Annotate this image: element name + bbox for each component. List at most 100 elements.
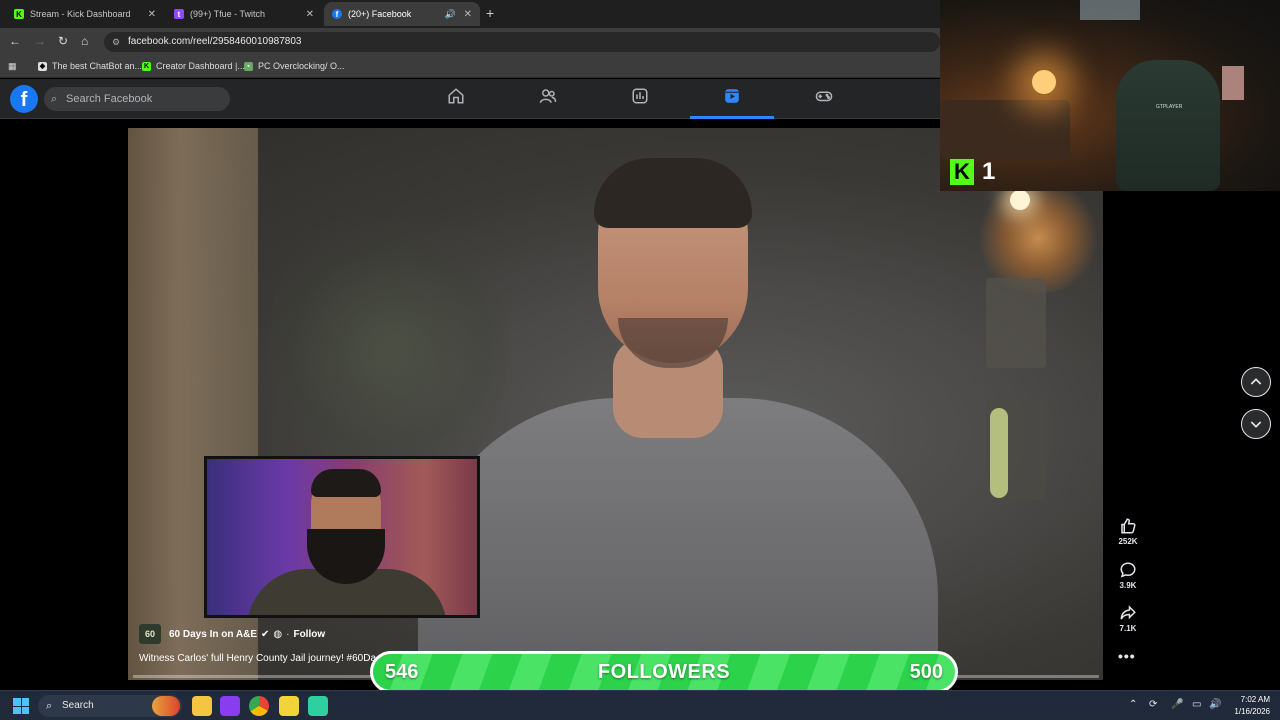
- tab-title: (20+) Facebook: [348, 9, 412, 19]
- twitch-icon: t: [174, 9, 184, 19]
- followers-label: FOLLOWERS: [597, 660, 731, 683]
- app-icon-2[interactable]: [308, 696, 328, 716]
- video-presenter: [418, 158, 978, 680]
- facebook-icon: f: [332, 9, 342, 19]
- taskbar-widget-icon[interactable]: [152, 696, 180, 716]
- speaker-icon[interactable]: 🔊: [445, 9, 456, 20]
- separator-dot: ·: [286, 628, 290, 640]
- bookmark-label: PC Overclocking/ O...: [258, 61, 345, 71]
- tab-title: Stream - Kick Dashboard: [30, 9, 131, 19]
- followers-goal-bar: 546 FOLLOWERS 500: [370, 651, 958, 693]
- presenter-hair: [594, 158, 752, 228]
- kick-icon: K: [142, 61, 151, 71]
- chrome-icon[interactable]: [249, 696, 269, 716]
- bookmark-label: The best ChatBot an...: [52, 61, 143, 71]
- page-name[interactable]: 60 Days In on A&E: [169, 629, 257, 640]
- video-icon: [632, 88, 648, 104]
- nav-friends[interactable]: [506, 87, 590, 119]
- tab-twitch[interactable]: t (99+) Tfue - Twitch ✕: [166, 2, 322, 26]
- close-icon[interactable]: ✕: [464, 9, 472, 20]
- microphone-icon[interactable]: 🎤: [1171, 699, 1183, 710]
- inset-clip: [204, 456, 480, 618]
- friends-icon: [539, 89, 557, 103]
- globe-icon: ◍: [273, 628, 283, 640]
- clock-date: 1/16/2026: [1234, 707, 1270, 716]
- comment-icon: [1120, 562, 1136, 578]
- new-tab-button[interactable]: +: [486, 5, 494, 21]
- share-button[interactable]: 7.1K: [1112, 604, 1144, 633]
- bookmark-creator-dashboard[interactable]: K Creator Dashboard |...: [142, 61, 245, 71]
- webcam-overlay: GTPLAYER K 1: [940, 0, 1280, 191]
- network-icon[interactable]: ▭: [1192, 699, 1201, 710]
- url-field[interactable]: ⚙ facebook.com/reel/2958460010987803: [104, 32, 940, 52]
- forward-icon[interactable]: →: [34, 34, 46, 48]
- home-icon[interactable]: ⌂: [81, 34, 88, 48]
- chatbot-icon: ◆: [38, 61, 47, 71]
- app-icon[interactable]: [220, 696, 240, 716]
- taskbar-search-label: Search: [62, 700, 94, 711]
- presenter-shirt: [418, 398, 938, 680]
- kick-icon: K: [14, 9, 24, 19]
- share-icon: [1120, 605, 1136, 620]
- site-info-icon[interactable]: ⚙: [112, 32, 120, 52]
- reels-icon: [725, 89, 739, 103]
- search-icon: ⌕: [46, 700, 53, 712]
- kick-viewer-badge: K 1: [950, 158, 995, 186]
- windows-taskbar: ⌕ Search ⌃ ⟳ 🎤 ▭ 🔊 7:02 AM 1/16/2026: [0, 690, 1280, 720]
- cam-skylight: [1080, 0, 1140, 20]
- bookmark-chatbot[interactable]: ◆ The best ChatBot an...: [38, 61, 142, 71]
- facebook-search-input[interactable]: ⌕ Search Facebook: [44, 87, 230, 111]
- bookmark-pc-overclocking[interactable]: ▪ PC Overclocking/ O...: [244, 61, 345, 71]
- bookmark-label: Creator Dashboard |...: [156, 61, 245, 71]
- file-explorer-icon[interactable]: [192, 696, 212, 716]
- tab-facebook[interactable]: f (20+) Facebook 🔊 ✕: [324, 2, 480, 26]
- nav-reels[interactable]: [690, 87, 774, 119]
- previous-reel-button[interactable]: [1241, 367, 1271, 397]
- verified-icon: ✔: [261, 628, 270, 640]
- background-light: [990, 408, 1008, 498]
- close-icon[interactable]: ✕: [148, 9, 156, 20]
- comment-count: 3.9K: [1119, 581, 1137, 590]
- search-icon: ⌕: [51, 93, 58, 105]
- back-icon[interactable]: ←: [9, 34, 21, 48]
- tab-kick-dashboard[interactable]: K Stream - Kick Dashboard ✕: [6, 2, 164, 26]
- cam-gaming-chair: [1116, 60, 1220, 191]
- tab-title: (99+) Tfue - Twitch: [190, 9, 265, 19]
- like-icon: [1121, 518, 1136, 534]
- nav-video[interactable]: [598, 87, 682, 119]
- clock-time: 7:02 AM: [1240, 695, 1270, 704]
- lamp-bulb: [1010, 190, 1030, 210]
- chair-label: GTPLAYER: [1156, 104, 1183, 110]
- system-clock[interactable]: 7:02 AM 1/16/2026: [1224, 694, 1270, 718]
- inset-person-hair: [311, 469, 381, 497]
- comment-button[interactable]: 3.9K: [1112, 561, 1144, 590]
- kick-viewer-count: 1: [982, 158, 996, 185]
- page-avatar[interactable]: 60: [139, 624, 161, 644]
- sticky-notes-icon[interactable]: [279, 696, 299, 716]
- reel-page-info: 60 60 Days In on A&E ✔ ◍ · Follow: [139, 624, 325, 644]
- background-frame: [986, 278, 1046, 368]
- cam-monitor: [1222, 66, 1244, 100]
- close-icon[interactable]: ✕: [306, 9, 314, 20]
- share-count: 7.1K: [1119, 624, 1137, 633]
- nav-gaming[interactable]: [782, 87, 866, 119]
- chevron-up-icon[interactable]: ⌃: [1129, 699, 1137, 710]
- windows-start-icon[interactable]: [13, 698, 29, 714]
- facebook-logo[interactable]: f: [10, 85, 38, 113]
- chevron-down-icon: [1250, 421, 1262, 428]
- nav-home[interactable]: [414, 87, 498, 119]
- home-icon: [448, 88, 464, 104]
- follow-button[interactable]: Follow: [293, 629, 325, 640]
- next-reel-button[interactable]: [1241, 409, 1271, 439]
- sync-icon[interactable]: ⟳: [1149, 699, 1157, 710]
- like-button[interactable]: 252K: [1112, 517, 1144, 546]
- reel-caption[interactable]: Witness Carlos' full Henry County Jail j…: [139, 653, 376, 664]
- url-text: facebook.com/reel/2958460010987803: [128, 36, 302, 47]
- more-options-icon[interactable]: •••: [1118, 648, 1136, 664]
- volume-icon[interactable]: 🔊: [1209, 699, 1221, 710]
- cam-bed: [940, 100, 1070, 160]
- apps-icon[interactable]: ▦: [8, 61, 17, 72]
- like-count: 252K: [1118, 537, 1138, 546]
- reload-icon[interactable]: ↻: [58, 34, 68, 48]
- followers-goal: 500: [909, 660, 943, 683]
